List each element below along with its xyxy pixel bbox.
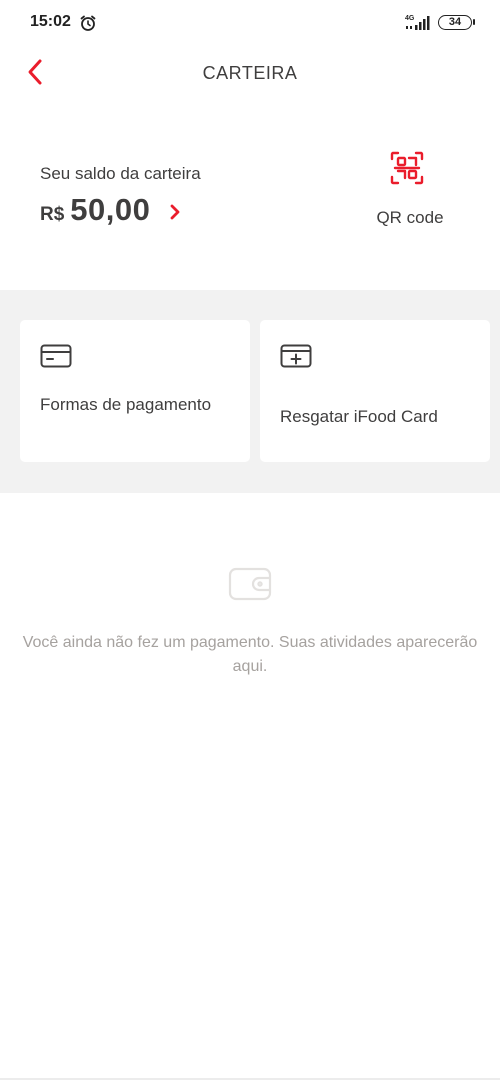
header: CARTEIRA (0, 46, 500, 102)
chevron-right-icon (170, 204, 180, 220)
wallet-icon (228, 567, 272, 601)
qr-code-label: QR code (376, 208, 444, 227)
balance-label: Seu saldo da carteira (40, 164, 201, 183)
battery-icon: 34 (438, 15, 475, 30)
bottom-divider (0, 1078, 500, 1080)
redeem-ifood-card-label: Resgatar iFood Card (280, 407, 438, 426)
credit-card-icon (40, 344, 72, 368)
page-title: CARTEIRA (202, 63, 298, 83)
alarm-icon (80, 15, 96, 31)
balance-amount: 50,00 (70, 192, 151, 227)
empty-activity-state: Você ainda não fez um pagamento. Suas at… (0, 493, 500, 1053)
network-type-label: 4G (405, 15, 415, 22)
qr-code-icon (390, 151, 424, 185)
signal-icon: 4G (405, 15, 430, 30)
payment-methods-card[interactable]: Formas de pagamento (20, 320, 250, 462)
redeem-ifood-card[interactable]: Resgatar iFood Card (260, 320, 490, 462)
currency-symbol: R$ (40, 204, 65, 225)
wallet-options-section: Formas de pagamento Resgatar iFood Card (0, 290, 500, 493)
status-bar: 15:02 4G 34 (0, 0, 500, 46)
status-time: 15:02 (30, 13, 71, 30)
balance-amount-button[interactable]: R$ 50,00 (40, 192, 182, 232)
empty-state-message: Você ainda não fez um pagamento. Suas at… (22, 634, 478, 675)
payment-methods-label: Formas de pagamento (40, 395, 212, 414)
qr-code-button[interactable]: QR code (360, 144, 460, 234)
add-card-icon (280, 344, 312, 368)
wallet-balance-section: Seu saldo da carteira R$ 50,00 QR code (0, 102, 500, 290)
